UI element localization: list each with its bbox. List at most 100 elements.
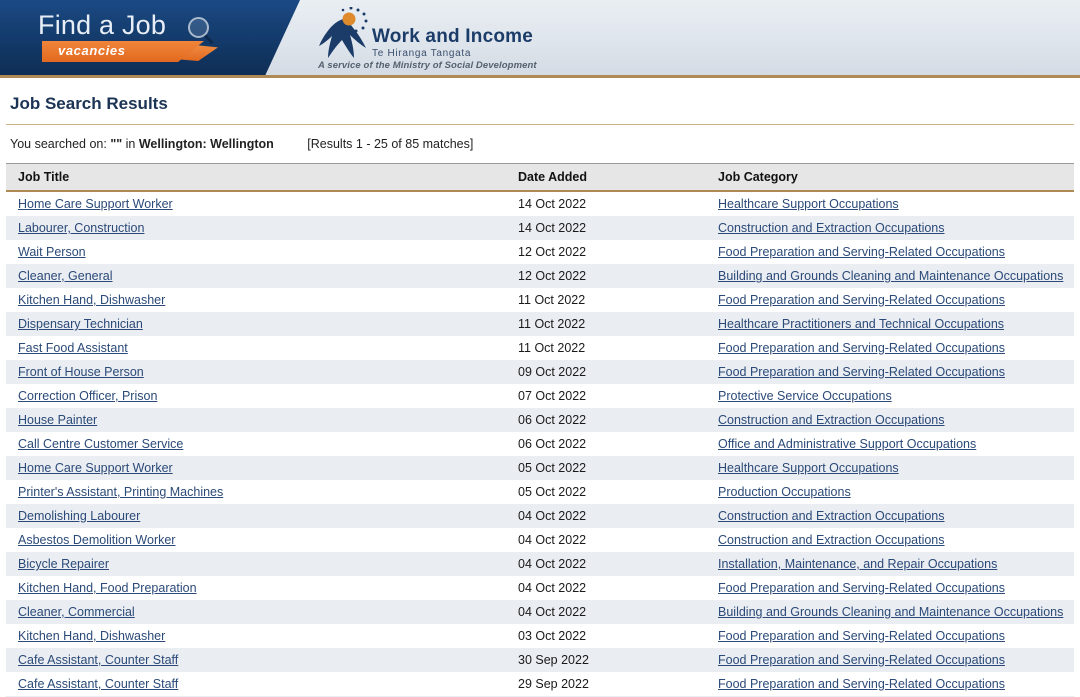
table-row: Cleaner, Commercial 04 Oct 2022 Building a… [6, 600, 1074, 624]
table-row: Asbestos Demolition Worker04 Oct 2022Con… [6, 528, 1074, 552]
job-category-link[interactable]: Food Preparation and Serving-Related Occ… [718, 341, 1005, 355]
job-title-link[interactable]: Bicycle Repairer [18, 557, 109, 571]
job-category-cell: Food Preparation and Serving-Related Occ… [706, 648, 1074, 672]
job-title-cell: Bicycle Repairer [6, 552, 506, 576]
work-and-income-logo[interactable]: Work and Income Te Hiranga Tangata A ser… [318, 6, 548, 74]
search-prefix-label: You searched on: [10, 137, 110, 151]
table-row: Cafe Assistant, Counter Staff 30 Sep 2022… [6, 648, 1074, 672]
job-title-cell: Dispensary Technician [6, 312, 506, 336]
date-added-cell: 04 Oct 2022 [506, 600, 706, 624]
job-category-link[interactable]: Construction and Extraction Occupations [718, 221, 945, 235]
job-category-link[interactable]: Food Preparation and Serving-Related Occ… [718, 581, 1005, 595]
table-row: Demolishing Labourer 04 Oct 2022 Construct… [6, 504, 1074, 528]
job-title-link[interactable]: Correction Officer, Prison [18, 389, 157, 403]
date-added-cell: 12 Oct 2022 [506, 240, 706, 264]
date-added-cell: 07 Oct 2022 [506, 384, 706, 408]
job-category-cell: Construction and Extraction Occupations [706, 504, 1074, 528]
job-title-link[interactable]: Labourer, Construction [18, 221, 144, 235]
table-row: Wait Person 12 Oct 2022 Food Preparation a… [6, 240, 1074, 264]
job-title-link[interactable]: Home Care Support Worker [18, 197, 173, 211]
job-title-link[interactable]: Cafe Assistant, Counter Staff [18, 653, 178, 667]
job-category-cell: Construction and Extraction Occupations [706, 408, 1074, 432]
table-row: Printer's Assistant, Printing Machines 05… [6, 480, 1074, 504]
date-added-cell: 12 Oct 2022 [506, 264, 706, 288]
magnifying-glass-icon [188, 17, 209, 38]
table-row: Home Care Support Worker05 Oct 2022Healt… [6, 456, 1074, 480]
date-added-cell: 30 Sep 2022 [506, 648, 706, 672]
job-title-link[interactable]: Kitchen Hand, Food Preparation [18, 581, 197, 595]
table-row: House Painter 06 Oct 2022 Construction and… [6, 408, 1074, 432]
job-title-link[interactable]: Kitchen Hand, Dishwasher [18, 629, 165, 643]
job-category-link[interactable]: Installation, Maintenance, and Repair Oc… [718, 557, 997, 571]
date-added-cell: 05 Oct 2022 [506, 480, 706, 504]
job-title-cell: Front of House Person [6, 360, 506, 384]
search-summary: You searched on: "" in Wellington: Welli… [0, 125, 1080, 163]
table-row: Cleaner, General 12 Oct 2022 Building and … [6, 264, 1074, 288]
job-title-cell: Asbestos Demolition Worker [6, 528, 506, 552]
job-title-link[interactable]: Printer's Assistant, Printing Machines [18, 485, 223, 499]
job-category-link[interactable]: Protective Service Occupations [718, 389, 892, 403]
job-title-cell: Cleaner, Commercial [6, 600, 506, 624]
table-row: Kitchen Hand, Dishwasher11 Oct 2022Food … [6, 288, 1074, 312]
job-title-link[interactable]: Kitchen Hand, Dishwasher [18, 293, 165, 307]
job-title-link[interactable]: Cleaner, Commercial [18, 605, 135, 619]
job-category-link[interactable]: Food Preparation and Serving-Related Occ… [718, 653, 1005, 667]
date-added-cell: 14 Oct 2022 [506, 191, 706, 216]
job-title-cell: Kitchen Hand, Food Preparation [6, 576, 506, 600]
job-category-link[interactable]: Construction and Extraction Occupations [718, 533, 945, 547]
table-row: Front of House Person 09 Oct 2022 Food Pre… [6, 360, 1074, 384]
job-title-link[interactable]: Home Care Support Worker [18, 461, 173, 475]
job-category-cell: Healthcare Support Occupations [706, 191, 1074, 216]
job-title-link[interactable]: Dispensary Technician [18, 317, 143, 331]
date-added-cell: 03 Oct 2022 [506, 624, 706, 648]
job-category-link[interactable]: Food Preparation and Serving-Related Occ… [718, 245, 1005, 259]
job-category-cell: Food Preparation and Serving-Related Occ… [706, 336, 1074, 360]
job-title-cell: Kitchen Hand, Dishwasher [6, 624, 506, 648]
table-row: Labourer, Construction14 Oct 2022Constru… [6, 216, 1074, 240]
job-category-link[interactable]: Food Preparation and Serving-Related Occ… [718, 365, 1005, 379]
job-category-link[interactable]: Office and Administrative Support Occupa… [718, 437, 976, 451]
job-title-link[interactable]: Asbestos Demolition Worker [18, 533, 175, 547]
column-header-job-title[interactable]: Job Title [6, 164, 506, 192]
date-added-cell: 09 Oct 2022 [506, 360, 706, 384]
job-title-cell: Cleaner, General [6, 264, 506, 288]
job-category-link[interactable]: Building and Grounds Cleaning and Mainte… [718, 605, 1063, 619]
job-category-link[interactable]: Building and Grounds Cleaning and Mainte… [718, 269, 1063, 283]
job-title-link[interactable]: House Painter [18, 413, 97, 427]
job-title-link[interactable]: Cafe Assistant, Counter Staff [18, 677, 178, 691]
date-added-cell: 04 Oct 2022 [506, 504, 706, 528]
job-category-link[interactable]: Food Preparation and Serving-Related Occ… [718, 293, 1005, 307]
agency-name: Work and Income [372, 26, 533, 47]
table-row: Fast Food Assistant11 Oct 2022Food Prepa… [6, 336, 1074, 360]
job-category-cell: Production Occupations [706, 480, 1074, 504]
job-title-cell: Correction Officer, Prison [6, 384, 506, 408]
job-category-link[interactable]: Construction and Extraction Occupations [718, 509, 945, 523]
job-category-link[interactable]: Healthcare Practitioners and Technical O… [718, 317, 1004, 331]
job-category-cell: Construction and Extraction Occupations [706, 528, 1074, 552]
job-category-link[interactable]: Production Occupations [718, 485, 851, 499]
column-header-date-added[interactable]: Date Added [506, 164, 706, 192]
job-title-link[interactable]: Demolishing Labourer [18, 509, 140, 523]
job-category-link[interactable]: Construction and Extraction Occupations [718, 413, 945, 427]
date-added-cell: 04 Oct 2022 [506, 576, 706, 600]
date-added-cell: 29 Sep 2022 [506, 672, 706, 696]
date-added-cell: 04 Oct 2022 [506, 552, 706, 576]
search-in-label: in [122, 137, 139, 151]
job-category-link[interactable]: Food Preparation and Serving-Related Occ… [718, 677, 1005, 691]
job-title-link[interactable]: Call Centre Customer Service [18, 437, 183, 451]
date-added-cell: 06 Oct 2022 [506, 432, 706, 456]
date-added-cell: 06 Oct 2022 [506, 408, 706, 432]
job-category-link[interactable]: Healthcare Support Occupations [718, 461, 899, 475]
job-category-cell: Building and Grounds Cleaning and Mainte… [706, 600, 1074, 624]
job-title-link[interactable]: Front of House Person [18, 365, 144, 379]
job-title-link[interactable]: Fast Food Assistant [18, 341, 128, 355]
table-row: Call Centre Customer Service 06 Oct 2022 O… [6, 432, 1074, 456]
column-header-job-category[interactable]: Job Category [706, 164, 1074, 192]
job-category-link[interactable]: Food Preparation and Serving-Related Occ… [718, 629, 1005, 643]
find-a-job-logo[interactable]: Find a Job vacancies [38, 10, 253, 70]
job-title-link[interactable]: Cleaner, General [18, 269, 113, 283]
page-title: Job Search Results [0, 78, 1080, 124]
job-title-cell: Cafe Assistant, Counter Staff [6, 648, 506, 672]
job-category-link[interactable]: Healthcare Support Occupations [718, 197, 899, 211]
job-title-link[interactable]: Wait Person [18, 245, 86, 259]
